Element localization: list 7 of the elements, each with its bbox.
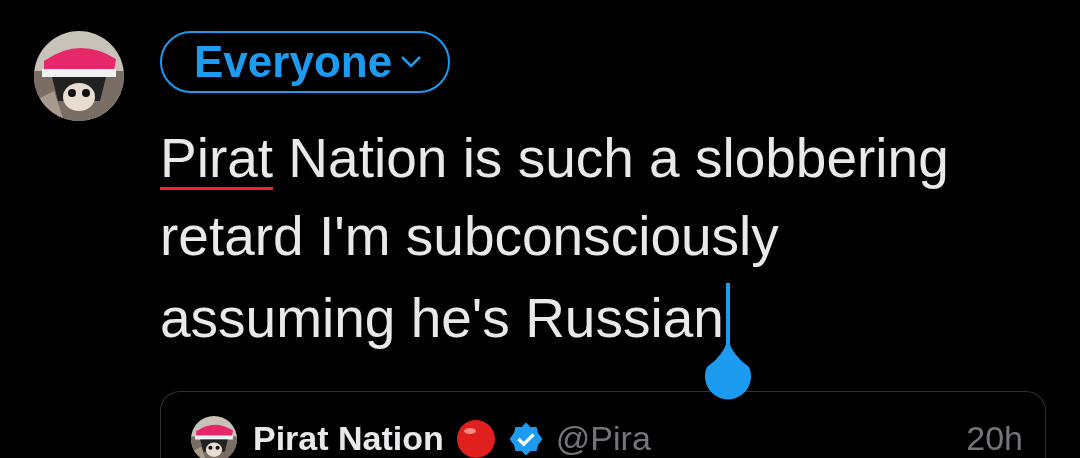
audience-button[interactable]: Everyone — [160, 31, 451, 93]
quoted-tweet-card[interactable]: Pirat Nation @Pira 20h — [160, 391, 1046, 458]
circle-emoji-icon — [455, 418, 496, 458]
author-name: Pirat Nation — [253, 419, 444, 458]
chevron-icon — [400, 55, 423, 69]
author-handle: @Pira — [555, 419, 651, 458]
tweet-time: 20h — [966, 419, 1023, 458]
